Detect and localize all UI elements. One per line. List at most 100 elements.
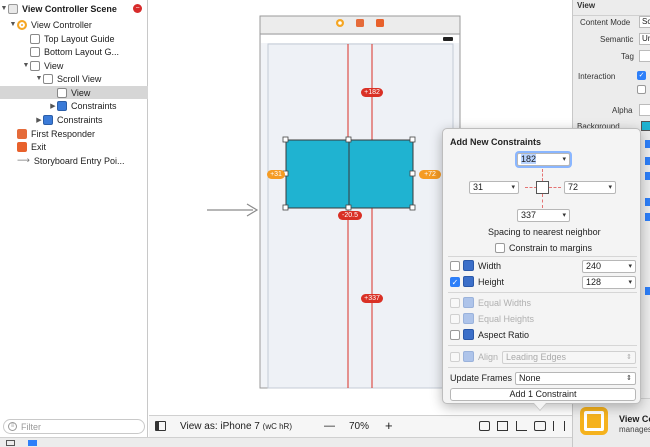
update-frames-value: None: [519, 373, 541, 383]
equal-widths-checkbox[interactable]: [450, 298, 460, 308]
chevron-down-icon[interactable]: ▾: [511, 182, 515, 193]
zoom-level: 70%: [349, 421, 370, 432]
align-select[interactable]: Leading Edges ⇕: [502, 351, 636, 364]
chevron-down-icon[interactable]: ▾: [608, 182, 612, 193]
align-checkbox[interactable]: [450, 352, 460, 362]
user-interaction-checkbox[interactable]: ✓: [637, 71, 646, 80]
pin-top-line[interactable]: [542, 169, 543, 181]
height-icon: [463, 276, 474, 287]
battery-icon: [443, 37, 453, 41]
outline-item-first-responder[interactable]: First Responder: [0, 127, 148, 140]
outline-item-exit[interactable]: Exit: [0, 140, 148, 153]
align-icon[interactable]: [516, 421, 527, 431]
chevron-down-icon[interactable]: ▾: [562, 210, 566, 221]
outline-item-view[interactable]: ▼ View: [0, 59, 148, 72]
equal-widths-icon: [463, 297, 474, 308]
view-controller-library-icon[interactable]: [580, 407, 608, 435]
height-value: 128: [586, 277, 602, 287]
filter-icon: ≡: [8, 422, 17, 431]
outline-item-label: Scroll View: [57, 73, 102, 84]
outline-item-constraints[interactable]: ▶ Constraints: [0, 113, 148, 126]
outline-item-top-layout-guide[interactable]: Top Layout Guide: [0, 32, 148, 45]
scroll-view-icon: [43, 73, 53, 84]
filter-field[interactable]: ≡ Filter: [3, 419, 145, 434]
constrain-margins-checkbox[interactable]: [495, 243, 505, 253]
disclosure-closed-icon[interactable]: ▶: [49, 102, 57, 110]
outline-item-label: Exit: [31, 141, 47, 152]
disclosure-open-icon[interactable]: ▼: [9, 21, 17, 28]
tag-field[interactable]: [639, 50, 650, 62]
left-spacing-value: 31: [473, 182, 484, 192]
disclosure-open-icon[interactable]: ▼: [22, 62, 30, 69]
left-spacing-field[interactable]: 31 ▾: [469, 181, 519, 194]
width-checkbox[interactable]: [450, 261, 460, 271]
breakpoint-icon[interactable]: [28, 440, 37, 446]
chevron-updown-icon[interactable]: ⇕: [626, 373, 632, 384]
debug-area-toggle-icon[interactable]: [6, 440, 15, 446]
width-label: Width: [478, 261, 502, 271]
embed-in-stack-icon[interactable]: [479, 421, 490, 431]
outline-item-view-controller[interactable]: ▼ View Controller: [0, 18, 148, 31]
pin-bottom-line[interactable]: [542, 194, 543, 208]
zoom-in-button[interactable]: +: [385, 418, 393, 433]
resolve-issues-icon[interactable]: [553, 421, 565, 431]
outline-item-bottom-layout-guide[interactable]: Bottom Layout G...: [0, 45, 148, 58]
chevron-down-icon[interactable]: ▾: [628, 277, 632, 288]
background-color-well[interactable]: [641, 121, 650, 131]
disclosure-closed-icon[interactable]: ▶: [35, 116, 43, 124]
view-icon: [30, 60, 40, 71]
outline-item-constraints-inner[interactable]: ▶ Constraints: [0, 99, 148, 112]
pin-right-line[interactable]: [549, 187, 561, 188]
disclosure-open-icon[interactable]: ▼: [35, 75, 43, 82]
outline-item-label: View Controller: [31, 19, 92, 30]
width-field[interactable]: 240 ▾: [582, 260, 636, 273]
chevron-updown-icon[interactable]: ⇕: [626, 352, 632, 363]
dock-exit-icon: [376, 19, 384, 27]
bottom-spacing-field[interactable]: 337 ▾: [517, 209, 570, 222]
right-spacing-value: 72: [568, 182, 579, 192]
disclosure-open-icon[interactable]: ▼: [0, 5, 8, 12]
scene-icon: [8, 3, 18, 14]
left-constraint-label: +31: [270, 171, 282, 178]
view-as-label[interactable]: View as: iPhone 7 (wC hR): [180, 421, 292, 432]
content-mode-value: Sc: [642, 17, 650, 26]
outline-item-storyboard-entry[interactable]: ⟶ Storyboard Entry Poi...: [0, 154, 148, 167]
constraints-icon: [43, 114, 53, 125]
semantic-value: Un: [642, 34, 650, 43]
alpha-field[interactable]: [639, 104, 650, 116]
update-frames-select[interactable]: None ⇕: [515, 372, 636, 385]
toggle-outline-icon[interactable]: [155, 421, 166, 431]
status-bar: [261, 35, 459, 43]
chevron-down-icon[interactable]: ▾: [628, 261, 632, 272]
width-icon: [463, 260, 474, 271]
scene-row[interactable]: ▼ View Controller Scene −: [0, 2, 148, 15]
height-label: Height: [478, 277, 505, 287]
aspect-ratio-checkbox[interactable]: [450, 330, 460, 340]
outline-item-scroll-view[interactable]: ▼ Scroll View: [0, 72, 148, 85]
height-checkbox[interactable]: ✓: [450, 277, 460, 287]
view-icon: [57, 87, 67, 98]
outline-item-label: Constraints: [71, 100, 117, 111]
equal-heights-checkbox[interactable]: [450, 314, 460, 324]
align-value: Leading Edges: [506, 352, 567, 362]
content-mode-label: Content Mode: [580, 18, 631, 27]
inspector-icon-blue-6: [645, 287, 650, 295]
semantic-select[interactable]: Un: [639, 33, 650, 45]
outline-item-inner-view[interactable]: View: [0, 86, 148, 99]
close-icon[interactable]: −: [133, 4, 142, 13]
zoom-out-button[interactable]: —: [324, 420, 335, 432]
outline-item-label: Top Layout Guide: [44, 33, 115, 44]
update-frames-icon[interactable]: [497, 421, 508, 431]
multiple-touch-checkbox[interactable]: [637, 85, 646, 94]
chevron-down-icon[interactable]: ▾: [562, 154, 566, 165]
top-spacing-field[interactable]: 182 ▾: [517, 153, 570, 166]
add-constraint-button[interactable]: Add 1 Constraint: [450, 388, 636, 401]
inspector-section-title: View: [577, 1, 596, 10]
height-field[interactable]: 128 ▾: [582, 276, 636, 289]
dock-first-responder-icon: [356, 19, 364, 27]
inspector-icon-blue-2: [645, 157, 650, 165]
right-spacing-field[interactable]: 72 ▾: [564, 181, 616, 194]
constraints-icon: [57, 100, 67, 111]
content-mode-select[interactable]: Sc: [639, 16, 650, 28]
add-constraints-icon[interactable]: [534, 421, 546, 431]
